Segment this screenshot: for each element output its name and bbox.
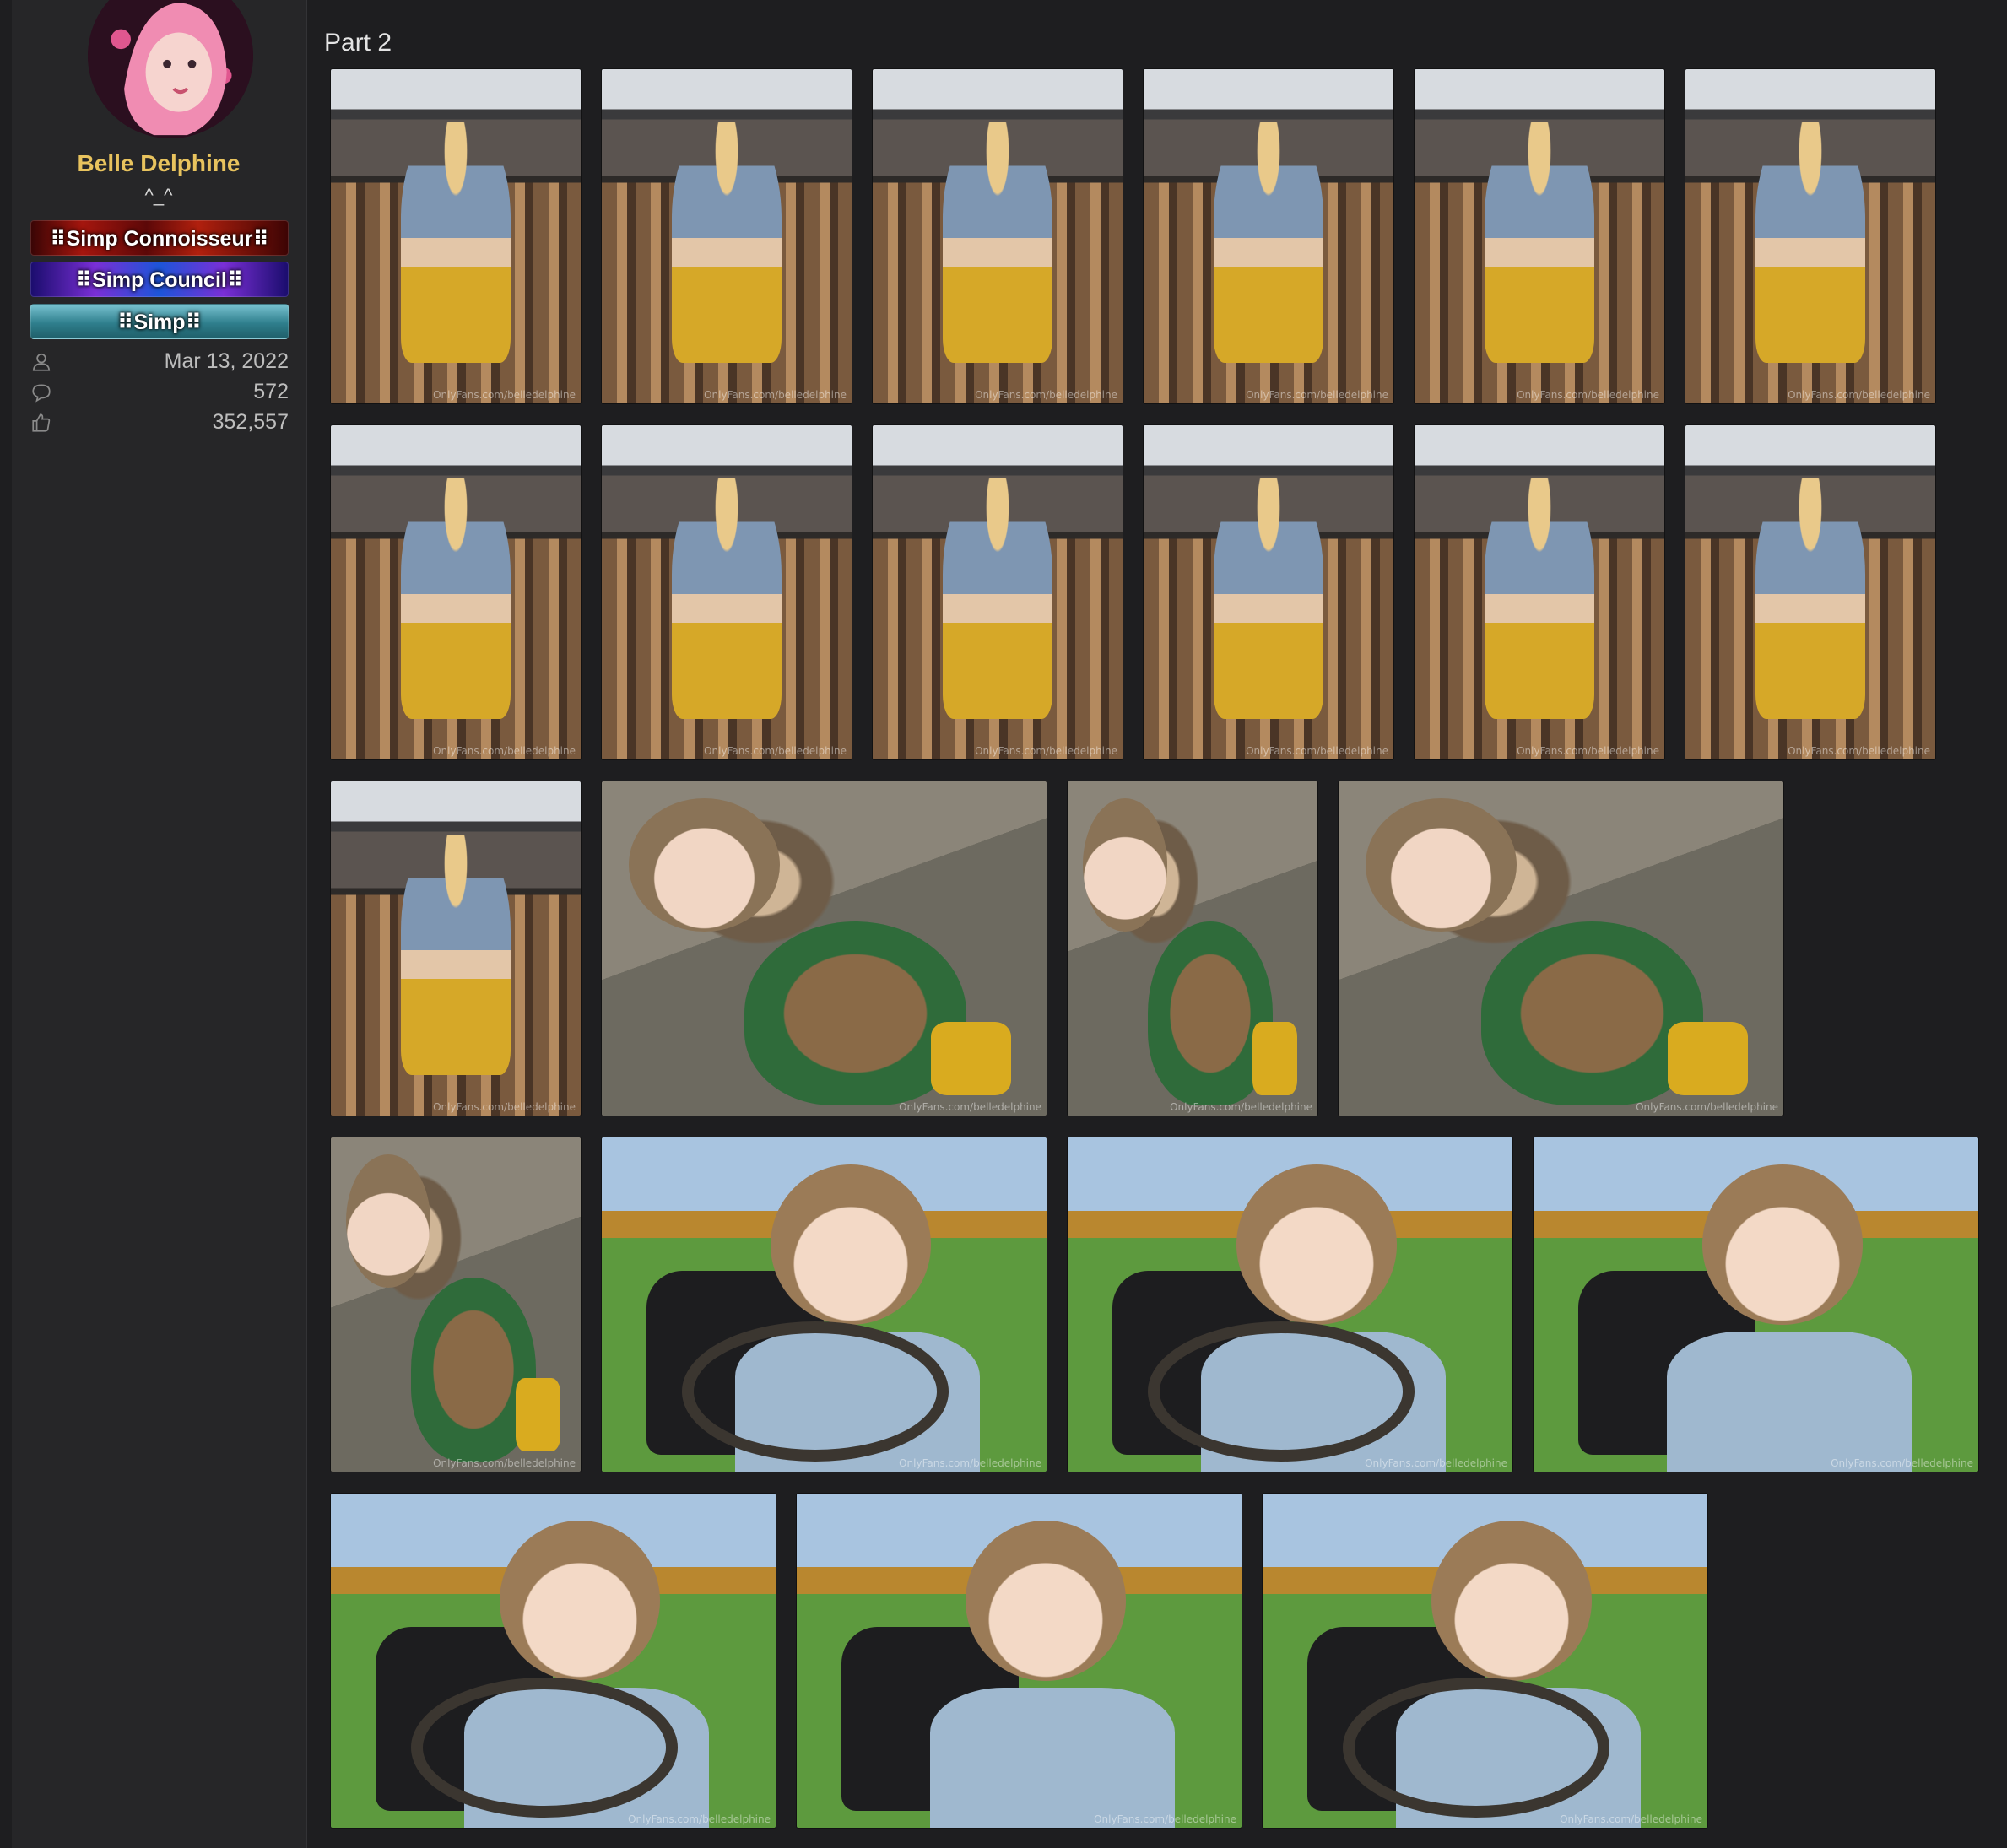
banner-simp-council: ⠿Simp Council⠿	[30, 262, 289, 297]
gallery-image[interactable]: OnlyFans.com/belledelphine	[873, 425, 1123, 759]
joined-date: Mar 13, 2022	[164, 349, 289, 373]
gallery-image[interactable]: OnlyFans.com/belledelphine	[1263, 1494, 1707, 1828]
gallery-image[interactable]: OnlyFans.com/belledelphine	[1339, 781, 1783, 1116]
stat-joined: Mar 13, 2022	[30, 348, 289, 376]
stat-messages: 572	[30, 378, 289, 407]
gallery-image[interactable]: OnlyFans.com/belledelphine	[1068, 781, 1317, 1116]
gallery-image[interactable]: OnlyFans.com/belledelphine	[1415, 69, 1664, 403]
gallery-image[interactable]: OnlyFans.com/belledelphine	[1068, 1137, 1512, 1472]
username[interactable]: Belle Delphine	[12, 150, 306, 177]
gallery-image[interactable]: OnlyFans.com/belledelphine	[602, 781, 1047, 1116]
gallery-image[interactable]: OnlyFans.com/belledelphine	[602, 69, 852, 403]
user-card: Belle Delphine ^_^ ⠿Simp Connoisseur⠿ ⠿S…	[12, 0, 307, 1848]
gallery-image[interactable]: OnlyFans.com/belledelphine	[602, 1137, 1047, 1472]
gallery-image[interactable]: OnlyFans.com/belledelphine	[1144, 69, 1393, 403]
user-icon	[32, 353, 51, 371]
message-count: 572	[253, 380, 289, 403]
gallery-image[interactable]: OnlyFans.com/belledelphine	[1415, 425, 1664, 759]
gallery-image[interactable]: OnlyFans.com/belledelphine	[331, 69, 581, 403]
gallery-image[interactable]: OnlyFans.com/belledelphine	[797, 1494, 1242, 1828]
gallery-image[interactable]: OnlyFans.com/belledelphine	[602, 425, 852, 759]
gallery-image[interactable]: OnlyFans.com/belledelphine	[331, 425, 581, 759]
banner-simp-connoisseur: ⠿Simp Connoisseur⠿	[30, 220, 289, 256]
gallery-image[interactable]: OnlyFans.com/belledelphine	[1144, 425, 1393, 759]
thumbs-up-icon	[32, 413, 51, 432]
comment-icon	[32, 384, 51, 403]
avatar-image	[88, 0, 253, 138]
stat-reactions: 352,557	[30, 408, 289, 437]
post-heading: Part 2	[324, 29, 392, 57]
reaction-score: 352,557	[212, 410, 289, 434]
gallery-image[interactable]: OnlyFans.com/belledelphine	[1685, 69, 1935, 403]
gallery-image[interactable]: OnlyFans.com/belledelphine	[1534, 1137, 1978, 1472]
gallery-image[interactable]: OnlyFans.com/belledelphine	[331, 781, 581, 1116]
gallery-image[interactable]: OnlyFans.com/belledelphine	[873, 69, 1123, 403]
banner-simp: ⠿Simp⠿	[30, 304, 289, 339]
forum-post-page: Belle Delphine ^_^ ⠿Simp Connoisseur⠿ ⠿S…	[0, 0, 2007, 1848]
avatar[interactable]	[88, 0, 253, 138]
user-title: ^_^	[144, 185, 173, 206]
gallery-image[interactable]: OnlyFans.com/belledelphine	[331, 1137, 581, 1472]
gallery-image[interactable]: OnlyFans.com/belledelphine	[331, 1494, 776, 1828]
gallery-image[interactable]: OnlyFans.com/belledelphine	[1685, 425, 1935, 759]
